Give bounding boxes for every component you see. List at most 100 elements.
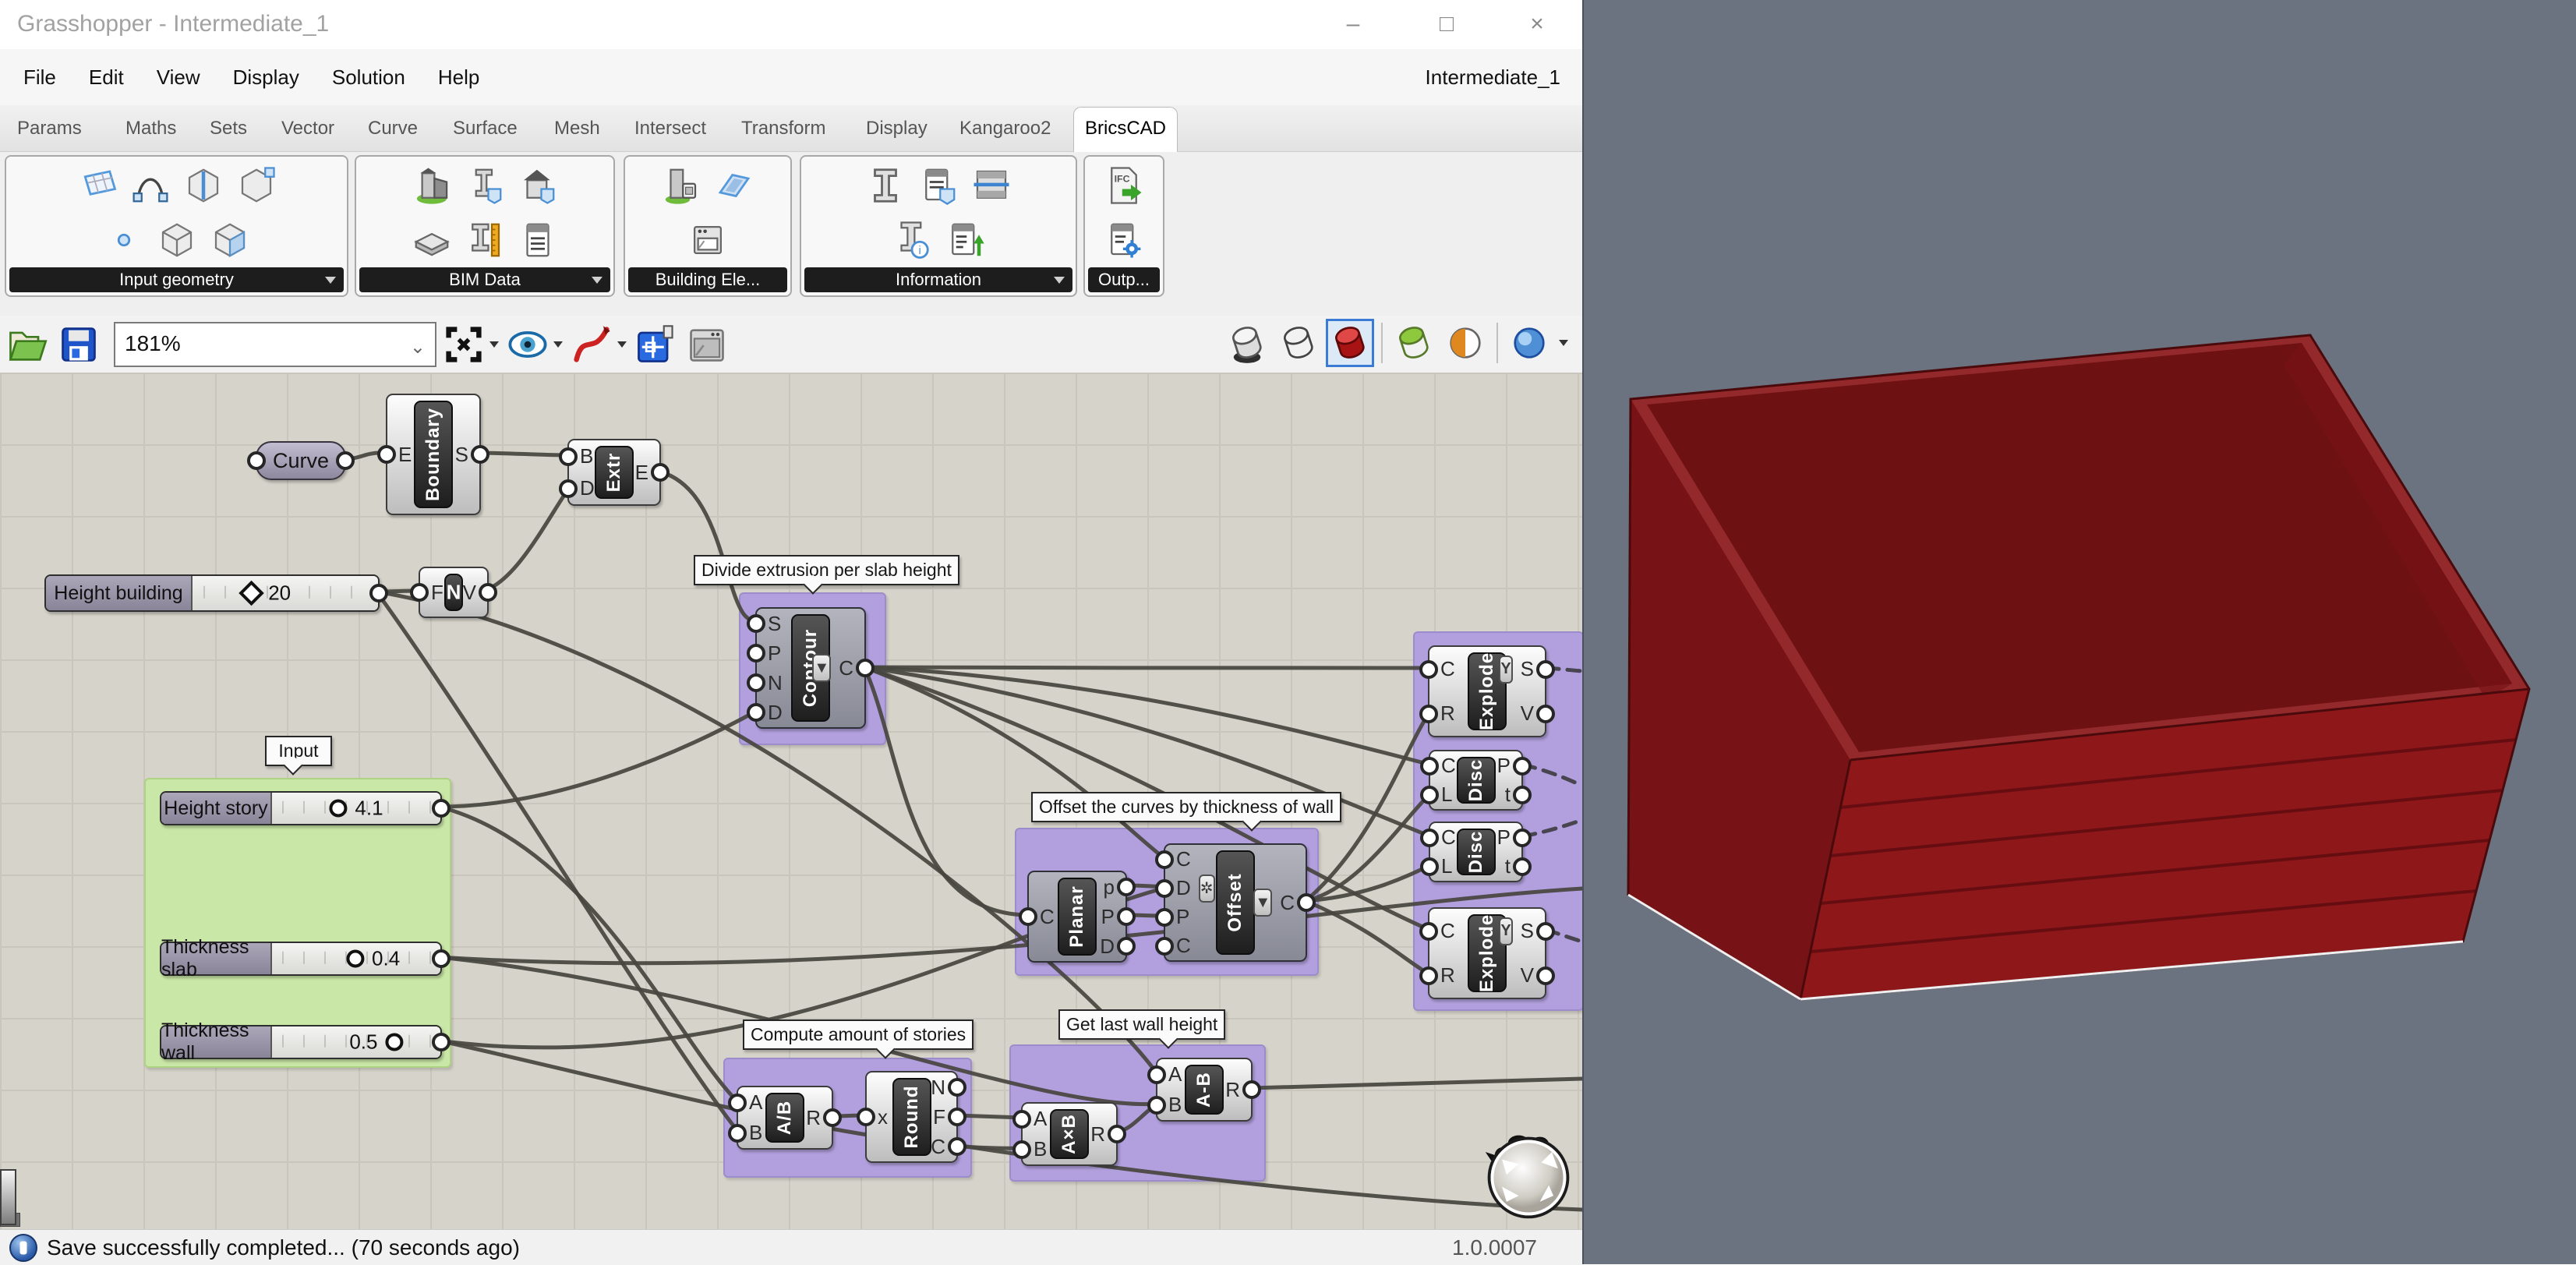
vertical-scrollbar-thumb[interactable] [0, 1169, 16, 1225]
tab-mesh[interactable]: Mesh [543, 105, 611, 151]
output-port-P[interactable] [1513, 756, 1532, 776]
dropdown-arrow-icon[interactable] [617, 341, 627, 348]
input-port-R[interactable] [1419, 966, 1438, 985]
maximize-button[interactable]: □ [1419, 6, 1475, 42]
viewport-frame-icon[interactable] [683, 320, 731, 369]
slider-output-port[interactable] [432, 1033, 451, 1051]
minimize-button[interactable]: – [1325, 6, 1381, 42]
output-port-S[interactable] [1536, 921, 1555, 941]
shaded-dark-icon[interactable] [1224, 320, 1270, 366]
input-port-x[interactable] [857, 1108, 875, 1126]
output-port-C[interactable] [856, 659, 875, 677]
output-port-p[interactable] [1117, 878, 1136, 896]
input-port-C[interactable] [1419, 659, 1438, 679]
preview-eye-icon[interactable] [504, 320, 552, 369]
ribbon-group-label[interactable]: Outp... [1088, 267, 1160, 292]
ifc-export-icon[interactable]: IFC [1101, 163, 1147, 208]
slider-track[interactable]: 4.1 [272, 793, 440, 824]
building-site-icon[interactable] [409, 163, 454, 208]
tab-maths[interactable]: Maths [115, 105, 187, 151]
input-port-B[interactable] [1147, 1095, 1166, 1115]
node-extr[interactable]: B D Extr E [559, 439, 670, 506]
menu-item-solution[interactable]: Solution [332, 49, 405, 105]
tab-curve[interactable]: Curve [357, 105, 429, 151]
shaded-red-icon[interactable] [1326, 319, 1374, 367]
output-port-F[interactable] [948, 1108, 966, 1126]
slider-track[interactable]: 0.5 [272, 1026, 440, 1058]
point-icon[interactable] [101, 217, 147, 263]
doc-gear-icon[interactable] [1101, 217, 1147, 263]
arrow-button[interactable]: ▼ [1253, 889, 1273, 917]
ribbon-group-label[interactable]: Input geometry [9, 267, 344, 292]
input-port[interactable] [247, 451, 266, 470]
beam-ruler-icon[interactable] [462, 217, 507, 263]
dropdown-arrow-icon[interactable] [553, 341, 563, 348]
blue-mesh-icon[interactable] [1506, 320, 1553, 366]
ribbon-group-label[interactable]: BIM Data [359, 267, 610, 292]
output-port-V[interactable] [479, 583, 497, 602]
slider-height-building[interactable]: Height building 20 [44, 574, 388, 612]
graft-button[interactable]: Y [1499, 655, 1513, 684]
slider-output-port[interactable] [432, 949, 451, 968]
section-icon[interactable] [969, 163, 1014, 208]
input-port-L[interactable] [1420, 785, 1439, 804]
input-port-A[interactable] [728, 1093, 747, 1112]
output-port-t[interactable] [1513, 785, 1532, 804]
param-curve[interactable]: Curve [247, 441, 355, 480]
node-offset[interactable]: C D ✲ P C Offset ▼ C [1155, 843, 1316, 962]
slider-output-port[interactable] [369, 584, 388, 602]
slider-grip[interactable] [239, 580, 264, 606]
navigation-sphere[interactable] [1479, 1126, 1578, 1224]
input-port-C[interactable] [1420, 828, 1439, 847]
beam-icon[interactable] [863, 163, 908, 208]
input-port-P[interactable] [747, 644, 765, 663]
input-port-C[interactable] [1155, 936, 1174, 956]
tab-surface[interactable]: Surface [442, 105, 528, 151]
grasshopper-canvas[interactable]: Divide extrusion per slab height Input Off… [0, 373, 1582, 1229]
slider-track[interactable]: 0.4 [272, 943, 440, 974]
input-port-C[interactable] [1155, 850, 1174, 869]
input-port-D[interactable] [1155, 878, 1174, 898]
slider-grip[interactable] [329, 799, 348, 818]
node-planar[interactable]: C Planar p P D [1019, 871, 1136, 963]
output-port-R[interactable] [1108, 1125, 1126, 1143]
canvas-grid-icon[interactable] [631, 320, 680, 369]
save-floppy-icon[interactable] [55, 320, 103, 369]
doc-tag-icon[interactable] [916, 163, 961, 208]
close-button[interactable]: × [1509, 6, 1565, 42]
input-port-F[interactable] [410, 583, 429, 602]
output-port-N[interactable] [948, 1078, 966, 1097]
slider-output-port[interactable] [432, 799, 451, 818]
node-explode-2[interactable]: C R Explode Y S V [1419, 907, 1555, 999]
input-port-B[interactable] [728, 1123, 747, 1143]
input-port-P[interactable] [1155, 907, 1174, 927]
input-port-B[interactable] [1012, 1140, 1031, 1159]
slider-track[interactable]: 20 [193, 576, 378, 610]
slider-thickness-wall[interactable]: Thickness wall 0.5 [160, 1019, 451, 1064]
box-edge-icon[interactable] [181, 163, 226, 208]
node-round[interactable]: x Round N F C [857, 1071, 966, 1163]
beam-tag-icon[interactable] [462, 163, 507, 208]
house-tag-icon[interactable] [515, 163, 560, 208]
node-n-node[interactable]: FNV [410, 567, 497, 618]
menu-item-view[interactable]: View [157, 49, 200, 105]
input-port-S[interactable] [747, 614, 765, 633]
output-port-P[interactable] [1117, 907, 1136, 926]
input-port-C[interactable] [1019, 907, 1037, 926]
output-port[interactable] [336, 451, 355, 470]
schedule-icon[interactable] [515, 217, 560, 263]
menu-item-help[interactable]: Help [438, 49, 479, 105]
output-port-P[interactable] [1513, 828, 1532, 847]
output-port-E[interactable] [651, 463, 670, 482]
tab-params[interactable]: Params [6, 105, 93, 151]
dropdown-arrow-icon[interactable] [325, 277, 336, 284]
output-port-R[interactable] [823, 1108, 842, 1127]
node-boundary[interactable]: E Boundary S [377, 394, 489, 515]
output-port-C[interactable] [948, 1137, 966, 1156]
menu-item-edit[interactable]: Edit [89, 49, 124, 105]
arrow-button[interactable]: ▼ [812, 654, 832, 682]
output-port-D[interactable] [1117, 937, 1136, 956]
output-port-V[interactable] [1536, 704, 1555, 723]
beam-info-icon[interactable]: i [889, 217, 935, 263]
tab-display[interactable]: Display [855, 105, 938, 151]
